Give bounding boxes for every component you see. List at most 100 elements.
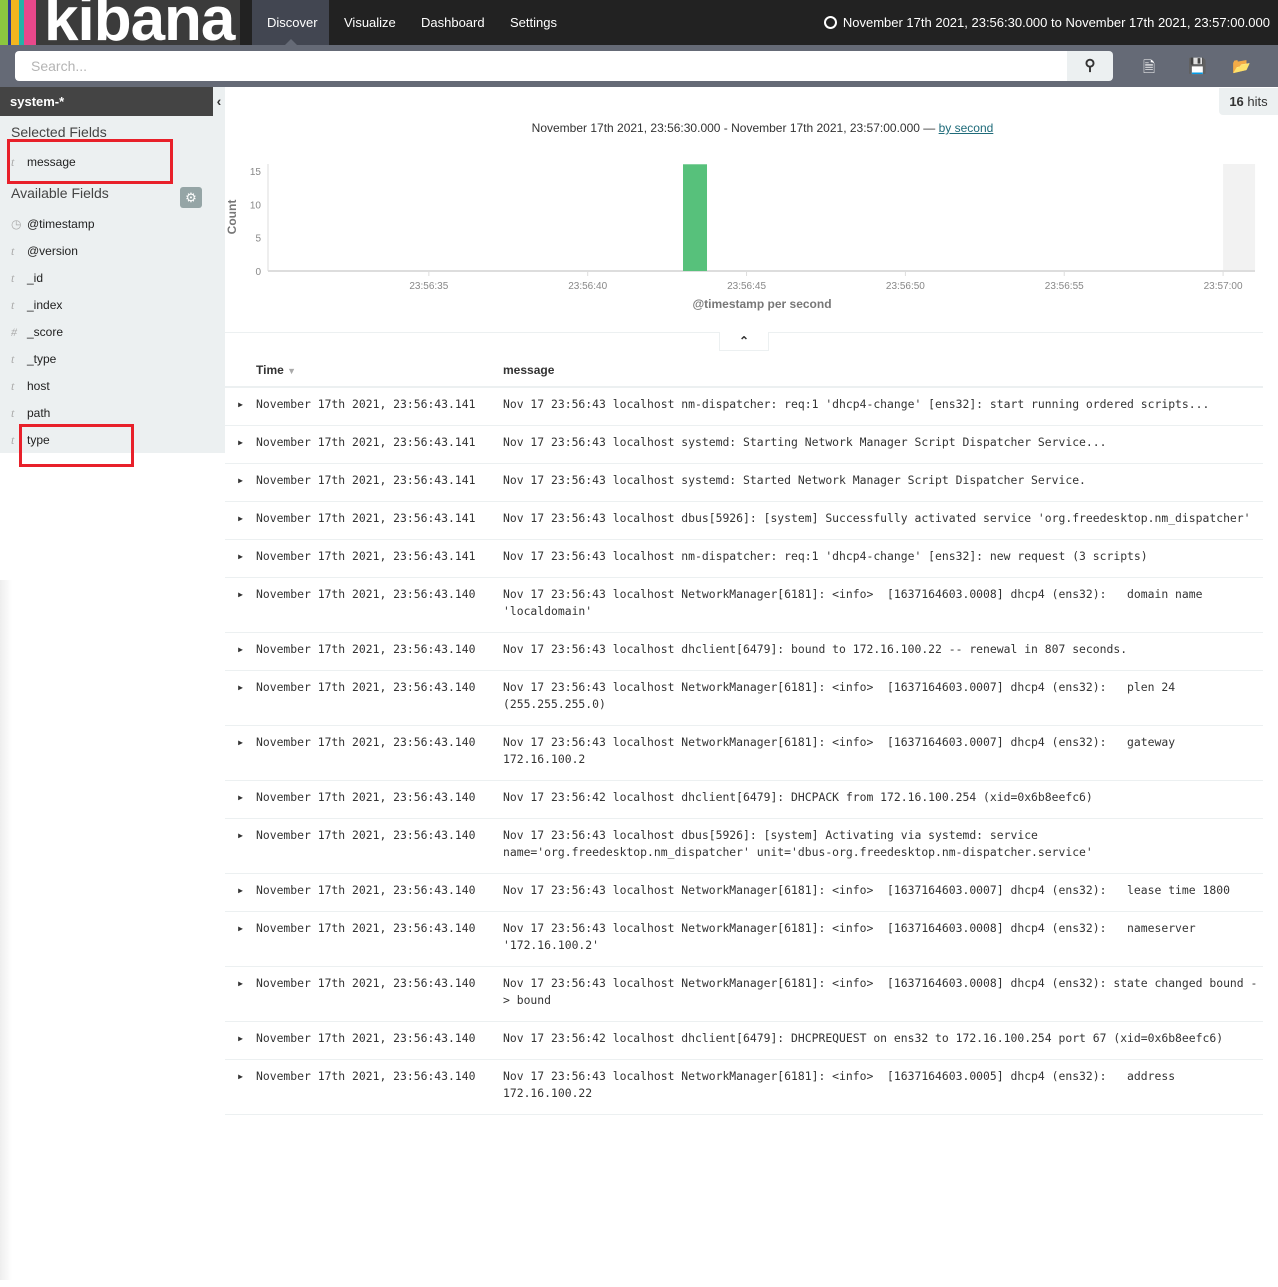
save-icon[interactable]: 💾 bbox=[1188, 57, 1207, 75]
table-row[interactable]: ▶ November 17th 2021, 23:56:43.141 Nov 17 … bbox=[225, 539, 1263, 578]
x-tick-label: 23:56:55 bbox=[1045, 281, 1084, 292]
row-time: November 17th 2021, 23:56:43.141 bbox=[256, 463, 503, 502]
nav-visualize[interactable]: Visualize bbox=[329, 0, 411, 45]
table-row[interactable]: ▶ November 17th 2021, 23:56:43.140 Nov 17 … bbox=[225, 780, 1263, 819]
field-id[interactable]: t _id bbox=[11, 269, 43, 287]
table-row[interactable]: ▶ November 17th 2021, 23:56:43.140 Nov 17 … bbox=[225, 873, 1263, 912]
row-time: November 17th 2021, 23:56:43.140 bbox=[256, 632, 503, 671]
available-fields-heading: Available Fields bbox=[11, 185, 109, 201]
table-row[interactable]: ▶ November 17th 2021, 23:56:43.140 Nov 17 … bbox=[225, 1021, 1263, 1060]
field-name: _type bbox=[27, 352, 57, 366]
sort-down-icon[interactable]: ▼ bbox=[287, 366, 296, 376]
hits-label: hits bbox=[1247, 94, 1268, 109]
collapse-chart-button[interactable]: ⌃ bbox=[719, 332, 769, 351]
row-message: Nov 17 23:56:43 localhost systemd: Start… bbox=[503, 425, 1263, 464]
table-row[interactable]: ▶ November 17th 2021, 23:56:43.140 Nov 17 … bbox=[225, 577, 1263, 633]
expand-row-icon[interactable]: ▶ bbox=[225, 911, 256, 967]
histogram-bar bbox=[683, 164, 708, 271]
search-button[interactable]: ⚲ bbox=[1067, 51, 1113, 81]
row-message: Nov 17 23:56:43 localhost NetworkManager… bbox=[503, 1059, 1263, 1115]
time-picker[interactable]: November 17th 2021, 23:56:30.000 to Nove… bbox=[823, 0, 1270, 45]
table-row[interactable]: ▶ November 17th 2021, 23:56:43.141 Nov 17 … bbox=[225, 387, 1263, 426]
nav-settings[interactable]: Settings bbox=[495, 0, 572, 45]
row-time: November 17th 2021, 23:56:43.140 bbox=[256, 1021, 503, 1060]
field-type[interactable]: t _type bbox=[11, 350, 56, 368]
row-time: November 17th 2021, 23:56:43.141 bbox=[256, 539, 503, 578]
expand-row-icon[interactable]: ▶ bbox=[225, 577, 256, 633]
field-version[interactable]: t @version bbox=[11, 242, 78, 260]
expand-row-icon[interactable]: ▶ bbox=[225, 539, 256, 578]
table-row[interactable]: ▶ November 17th 2021, 23:56:43.141 Nov 17 … bbox=[225, 501, 1263, 540]
expand-row-icon[interactable]: ▶ bbox=[225, 501, 256, 540]
row-time: November 17th 2021, 23:56:43.141 bbox=[256, 425, 503, 464]
expand-row-icon[interactable]: ▶ bbox=[225, 425, 256, 464]
collapse-sidebar-icon[interactable]: ‹ bbox=[213, 87, 225, 116]
field-path[interactable]: t path bbox=[11, 404, 50, 422]
expand-row-icon[interactable]: ▶ bbox=[225, 1059, 256, 1115]
column-header-message[interactable]: message bbox=[503, 355, 1263, 388]
expand-row-icon[interactable]: ▶ bbox=[225, 387, 256, 426]
row-message: Nov 17 23:56:43 localhost NetworkManager… bbox=[503, 911, 1263, 967]
field-name: _score bbox=[27, 325, 64, 339]
expand-row-icon[interactable]: ▶ bbox=[225, 1021, 256, 1060]
expand-row-icon[interactable]: ▶ bbox=[225, 632, 256, 671]
table-row[interactable]: ▶ November 17th 2021, 23:56:43.140 Nov 17 … bbox=[225, 911, 1263, 967]
table-row[interactable]: ▶ November 17th 2021, 23:56:43.140 Nov 17 … bbox=[225, 670, 1263, 726]
row-message: Nov 17 23:56:43 localhost dbus[5926]: [s… bbox=[503, 818, 1263, 874]
chevron-up-icon: ⌃ bbox=[738, 334, 750, 348]
string-type-icon: t bbox=[11, 406, 15, 420]
expand-row-icon[interactable]: ▶ bbox=[225, 725, 256, 781]
table-row[interactable]: ▶ November 17th 2021, 23:56:43.140 Nov 17 … bbox=[225, 818, 1263, 874]
kibana-logo[interactable]: kibana bbox=[0, 0, 240, 45]
table-row[interactable]: ▶ November 17th 2021, 23:56:43.140 Nov 17 … bbox=[225, 725, 1263, 781]
row-time: November 17th 2021, 23:56:43.140 bbox=[256, 1059, 503, 1115]
time-range-label: November 17th 2021, 23:56:30.000 to Nove… bbox=[842, 15, 1270, 30]
expand-row-icon[interactable]: ▶ bbox=[225, 873, 256, 912]
field-name: path bbox=[27, 406, 51, 420]
table-row[interactable]: ▶ November 17th 2021, 23:56:43.140 Nov 17 … bbox=[225, 966, 1263, 1022]
out-of-range-region bbox=[1223, 164, 1256, 271]
expand-row-icon[interactable]: ▶ bbox=[225, 818, 256, 874]
y-tick-label: 0 bbox=[255, 267, 261, 278]
selected-fields-heading: Selected Fields bbox=[11, 124, 107, 140]
field-host[interactable]: t host bbox=[11, 377, 50, 395]
expand-row-icon[interactable]: ▶ bbox=[225, 780, 256, 819]
row-message: Nov 17 23:56:43 localhost NetworkManager… bbox=[503, 725, 1263, 781]
string-type-icon: t bbox=[11, 271, 15, 285]
nav-discover[interactable]: Discover bbox=[252, 0, 329, 45]
open-icon[interactable]: 📂 bbox=[1232, 57, 1251, 75]
row-message: Nov 17 23:56:43 localhost NetworkManager… bbox=[503, 577, 1263, 633]
clock-icon bbox=[823, 16, 837, 29]
row-time: November 17th 2021, 23:56:43.140 bbox=[256, 670, 503, 726]
field-index[interactable]: t _index bbox=[11, 296, 62, 314]
field-name: @timestamp bbox=[27, 217, 95, 231]
field-score[interactable]: # _score bbox=[11, 323, 63, 341]
row-time: November 17th 2021, 23:56:43.140 bbox=[256, 577, 503, 633]
gear-icon[interactable]: ⚙ bbox=[180, 187, 202, 208]
chart-range: November 17th 2021, 23:56:30.000 - Novem… bbox=[225, 121, 1278, 135]
table-row[interactable]: ▶ November 17th 2021, 23:56:43.140 Nov 17 … bbox=[225, 632, 1263, 671]
expand-row-icon[interactable]: ▶ bbox=[225, 966, 256, 1022]
search-input[interactable] bbox=[15, 51, 1067, 81]
nav-dashboard[interactable]: Dashboard bbox=[406, 0, 500, 45]
field-timestamp[interactable]: ◷ @timestamp bbox=[11, 215, 95, 233]
row-message: Nov 17 23:56:43 localhost dbus[5926]: [s… bbox=[503, 501, 1263, 540]
table-row[interactable]: ▶ November 17th 2021, 23:56:43.141 Nov 17 … bbox=[225, 425, 1263, 464]
x-tick-label: 23:56:40 bbox=[568, 281, 607, 292]
new-search-icon[interactable]: 🗎 bbox=[1143, 57, 1155, 82]
expand-row-icon[interactable]: ▶ bbox=[225, 463, 256, 502]
row-message: Nov 17 23:56:42 localhost dhclient[6479]… bbox=[503, 780, 1263, 819]
row-time: November 17th 2021, 23:56:43.140 bbox=[256, 725, 503, 781]
table-row[interactable]: ▶ November 17th 2021, 23:56:43.141 Nov 17 … bbox=[225, 463, 1263, 502]
index-pattern[interactable]: system-* bbox=[0, 87, 213, 116]
histogram-chart[interactable]: 0 5 10 15 23:56:35 23:56:40 23:56:45 23:56:50 23… bbox=[225, 150, 1265, 320]
field-name: @version bbox=[27, 244, 78, 258]
search-bar: ⚲ 🗎 💾 📂 bbox=[0, 45, 1278, 87]
interval-link[interactable]: by second bbox=[939, 121, 994, 135]
table-row[interactable]: ▶ November 17th 2021, 23:56:43.140 Nov 17 … bbox=[225, 1059, 1263, 1115]
hits-count: 16 hits bbox=[1219, 88, 1278, 115]
row-message: Nov 17 23:56:43 localhost NetworkManager… bbox=[503, 873, 1263, 912]
column-header-time[interactable]: Time ▼ bbox=[256, 355, 503, 388]
row-message: Nov 17 23:56:43 localhost NetworkManager… bbox=[503, 966, 1263, 1022]
expand-row-icon[interactable]: ▶ bbox=[225, 670, 256, 726]
